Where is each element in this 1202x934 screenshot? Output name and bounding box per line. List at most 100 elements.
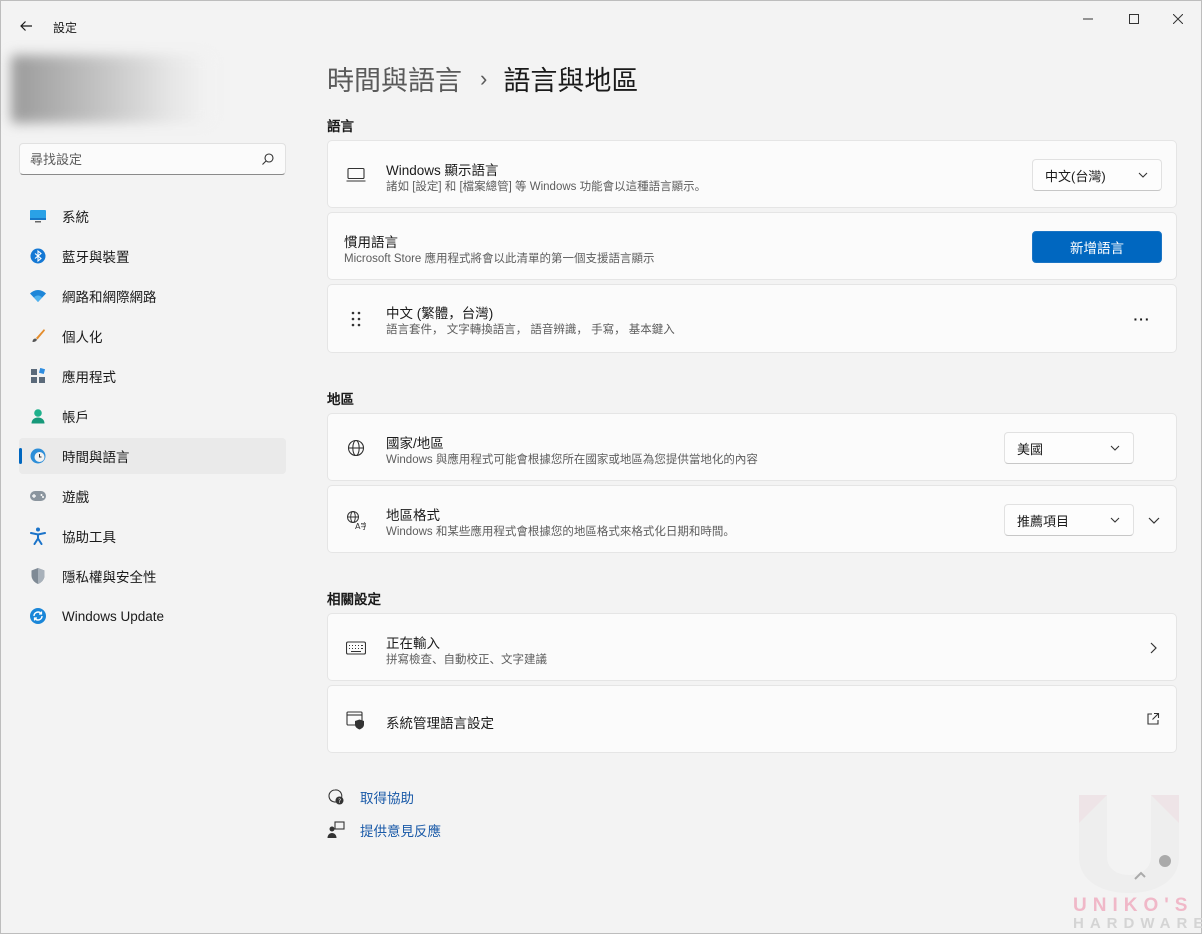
back-button[interactable] xyxy=(13,13,39,39)
drag-handle-icon[interactable] xyxy=(346,309,366,329)
dropdown-value: 推薦項目 xyxy=(1017,513,1070,529)
breadcrumb-parent[interactable]: 時間與語言 xyxy=(327,59,462,98)
display-language-title: Windows 顯示語言 xyxy=(386,163,499,178)
sidebar-item-apps[interactable]: 應用程式 xyxy=(19,358,286,394)
display-language-subtitle: 諸如 [設定] 和 [檔案總管] 等 Windows 功能會以這種語言顯示。 xyxy=(386,181,707,193)
admin-language-title: 系統管理語言設定 xyxy=(386,716,494,731)
search-icon xyxy=(262,153,274,165)
network-icon xyxy=(29,287,47,305)
preferred-language-subtitle: Microsoft Store 應用程式將會以此清單的第一個支援語言顯示 xyxy=(344,253,655,265)
feedback-label: 提供意見反應 xyxy=(360,824,441,839)
language-item-subtitle: 語言套件， 文字轉換語言， 語音辨識， 手寫， 基本鍵入 xyxy=(386,324,675,336)
page-title: 語言與地區 xyxy=(503,66,639,96)
feedback-icon xyxy=(327,821,345,839)
sidebar-item-accounts[interactable]: 帳戶 xyxy=(19,398,286,434)
breadcrumb: 時間與語言 › 語言與地區 xyxy=(327,59,638,98)
section-title-region: 地區 xyxy=(327,392,354,407)
sidebar-item-label: 隱私權與安全性 xyxy=(62,570,157,585)
display-language-card: Windows 顯示語言 諸如 [設定] 和 [檔案總管] 等 Windows … xyxy=(327,140,1177,208)
chevron-down-icon xyxy=(1110,445,1120,451)
sidebar-item-privacy[interactable]: 隱私權與安全性 xyxy=(19,558,286,594)
settings-window: 設定 系統 藍牙與裝置 xyxy=(0,0,1202,934)
country-region-card: 國家/地區 Windows 與應用程式可能會根據您所在國家或地區為您提供當地化的… xyxy=(327,413,1177,481)
bluetooth-icon xyxy=(29,247,47,265)
more-icon: ··· xyxy=(1133,311,1151,327)
watermark-text-hardware: HARDWARE xyxy=(1073,915,1202,932)
sidebar-item-label: 系統 xyxy=(62,210,89,225)
help-icon: ? xyxy=(327,788,345,806)
sidebar-item-network[interactable]: 網路和網際網路 xyxy=(19,278,286,314)
maximize-button[interactable] xyxy=(1111,5,1157,33)
sidebar-item-label: 帳戶 xyxy=(62,410,89,425)
dropdown-value: 中文(台灣) xyxy=(1045,168,1106,184)
language-item-title: 中文 (繁體，台灣) xyxy=(386,306,494,321)
sidebar-item-label: 協助工具 xyxy=(62,530,116,545)
keyboard-icon xyxy=(346,638,366,658)
sidebar-item-label: 時間與語言 xyxy=(62,450,130,465)
country-dropdown[interactable]: 美國 xyxy=(1004,432,1134,464)
time-language-icon xyxy=(29,447,47,465)
sidebar-item-windows-update[interactable]: Windows Update xyxy=(19,598,286,634)
maximize-icon xyxy=(1129,14,1139,24)
monitor-icon xyxy=(346,165,366,185)
sidebar-nav: 系統 藍牙與裝置 網路和網際網路 個人化 應用程式 帳戶 時間與語言 遊戲 協助… xyxy=(19,198,286,638)
admin-shield-icon xyxy=(346,710,366,730)
country-subtitle: Windows 與應用程式可能會根據您所在國家或地區為您提供當地化的內容 xyxy=(386,454,758,466)
expand-button[interactable] xyxy=(1138,504,1170,536)
sidebar-item-bluetooth[interactable]: 藍牙與裝置 xyxy=(19,238,286,274)
user-profile-avatar[interactable] xyxy=(11,55,211,123)
chevron-down-icon xyxy=(1148,517,1160,524)
personalization-icon xyxy=(29,327,47,345)
svg-text:A字: A字 xyxy=(355,521,366,530)
watermark-logo: UNIKO'S HARDWARE xyxy=(1067,791,1202,934)
privacy-icon xyxy=(29,567,47,585)
close-button[interactable] xyxy=(1155,5,1201,33)
gaming-icon xyxy=(29,487,47,505)
watermark-text-uniko: UNIKO'S xyxy=(1073,895,1194,916)
search-box[interactable] xyxy=(19,143,286,175)
sidebar-item-label: 遊戲 xyxy=(62,490,89,505)
regional-format-dropdown[interactable]: 推薦項目 xyxy=(1004,504,1134,536)
preferred-language-title: 慣用語言 xyxy=(344,235,398,250)
more-options-button[interactable]: ··· xyxy=(1126,303,1158,335)
get-help-link[interactable]: ? 取得協助 xyxy=(327,787,414,807)
accounts-icon xyxy=(29,407,47,425)
watermark-u-graphic xyxy=(1079,795,1179,893)
admin-language-settings-card[interactable]: 系統管理語言設定 xyxy=(327,685,1177,753)
svg-text:?: ? xyxy=(338,798,341,805)
sidebar-item-label: Windows Update xyxy=(62,608,165,624)
chevron-right-icon xyxy=(1150,642,1157,654)
accessibility-icon xyxy=(29,527,47,545)
back-arrow-icon xyxy=(20,21,32,31)
title-bar: 設定 xyxy=(1,1,1201,49)
chevron-down-icon xyxy=(1138,172,1148,178)
dropdown-value: 美國 xyxy=(1017,441,1044,457)
regional-format-card[interactable]: A字 地區格式 Windows 和某些應用程式會根據您的地區格式來格式化日期和時… xyxy=(327,485,1177,553)
display-language-dropdown[interactable]: 中文(台灣) xyxy=(1032,159,1162,191)
regional-format-title: 地區格式 xyxy=(386,508,440,523)
sidebar-item-time-language[interactable]: 時間與語言 xyxy=(19,438,286,474)
add-language-button[interactable]: 新增語言 xyxy=(1032,231,1162,263)
get-help-label: 取得協助 xyxy=(360,791,414,806)
section-title-language: 語言 xyxy=(327,119,354,134)
typing-subtitle: 拼寫檢查、自動校正、文字建議 xyxy=(386,654,547,666)
chevron-down-icon xyxy=(1110,517,1120,523)
sidebar-item-label: 應用程式 xyxy=(62,370,116,385)
globe-icon xyxy=(346,438,366,458)
regional-format-icon: A字 xyxy=(346,510,366,530)
feedback-link[interactable]: 提供意見反應 xyxy=(327,820,441,840)
sidebar-item-gaming[interactable]: 遊戲 xyxy=(19,478,286,514)
sidebar-item-personalization[interactable]: 個人化 xyxy=(19,318,286,354)
preferred-language-card: 慣用語言 Microsoft Store 應用程式將會以此清單的第一個支援語言顯… xyxy=(327,212,1177,280)
sidebar-item-label: 個人化 xyxy=(62,330,103,345)
breadcrumb-separator: › xyxy=(480,65,488,91)
section-title-related: 相關設定 xyxy=(327,592,381,607)
windows-update-icon xyxy=(29,607,47,625)
search-input[interactable] xyxy=(30,151,260,167)
sidebar-item-system[interactable]: 系統 xyxy=(19,198,286,234)
minimize-button[interactable] xyxy=(1065,5,1111,33)
sidebar-item-accessibility[interactable]: 協助工具 xyxy=(19,518,286,554)
language-list-item[interactable]: 中文 (繁體，台灣) 語言套件， 文字轉換語言， 語音辨識， 手寫， 基本鍵入 … xyxy=(327,284,1177,353)
typing-card[interactable]: 正在輸入 拼寫檢查、自動校正、文字建議 xyxy=(327,613,1177,681)
typing-title: 正在輸入 xyxy=(386,636,440,651)
